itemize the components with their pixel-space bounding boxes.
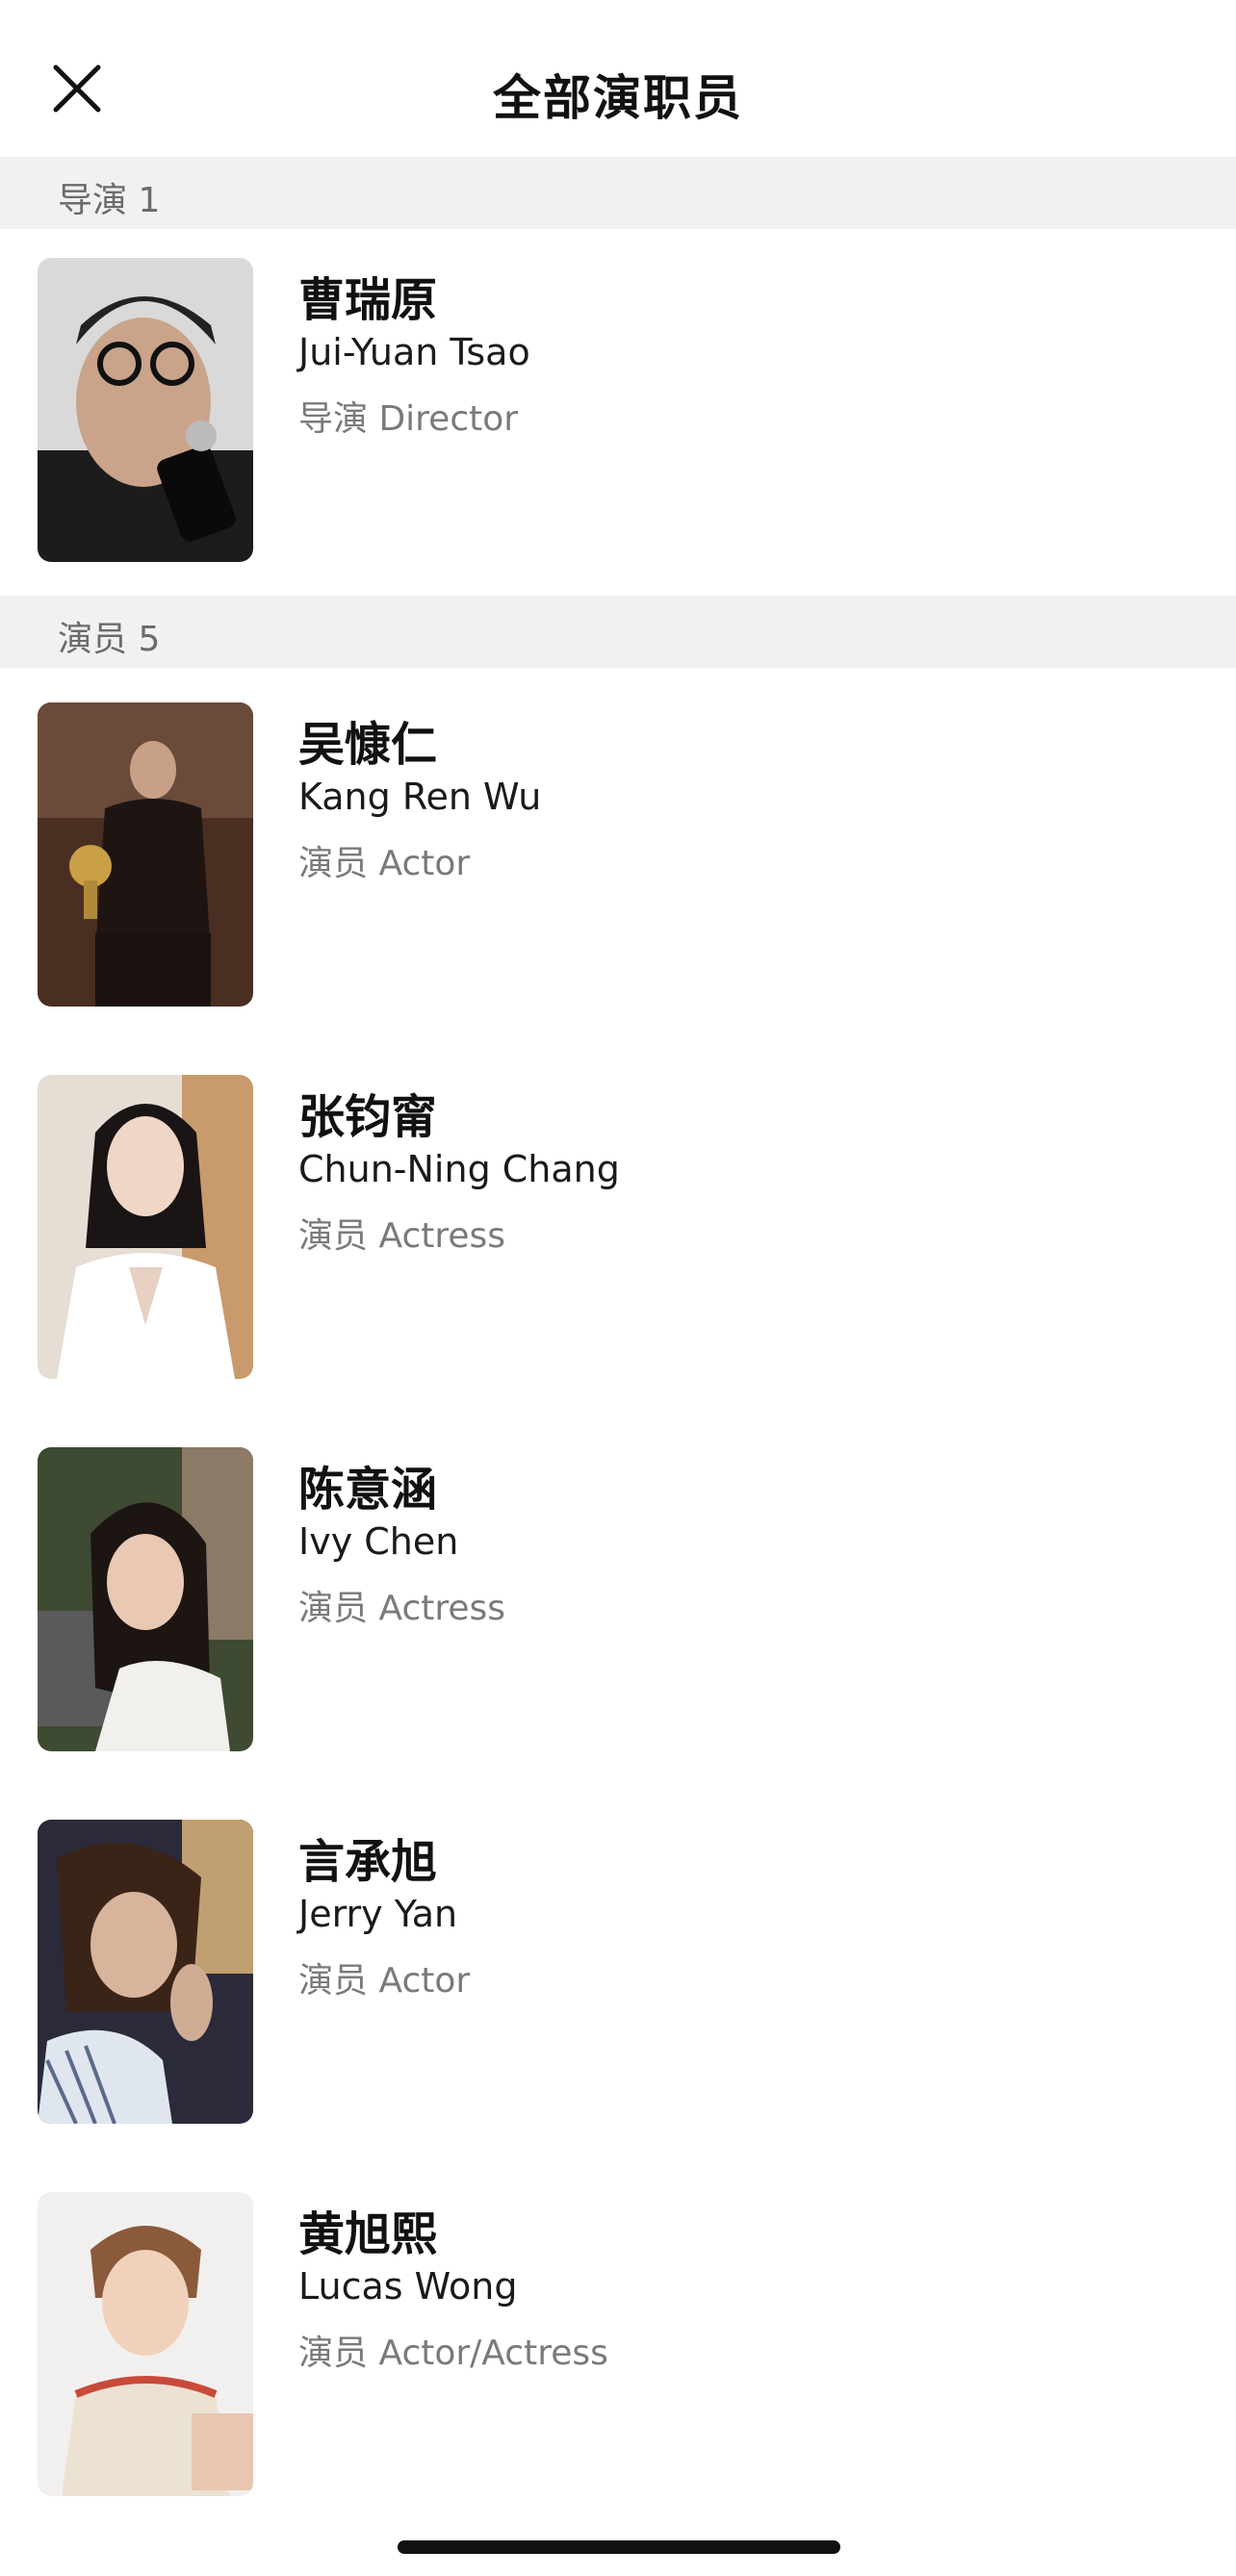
person-role: 演员 Actor/Actress — [298, 2334, 608, 2373]
avatar — [38, 702, 253, 1007]
section-label: 导演 1 — [58, 181, 161, 220]
person-name-cn: 黄旭熙 — [298, 2207, 438, 2261]
person-name-en: Jui-Yuan Tsao — [298, 331, 530, 373]
section-header-actors: 演员 5 — [0, 596, 1236, 668]
avatar — [38, 258, 253, 562]
cast-item-actor-1[interactable]: 吴慷仁 Kang Ren Wu 演员 Actor — [0, 702, 1236, 1010]
person-name-en: Ivy Chen — [298, 1520, 459, 1563]
person-name-en: Jerry Yan — [298, 1893, 458, 1935]
avatar — [38, 1820, 253, 2124]
person-role: 导演 Director — [298, 399, 519, 439]
nav-header: 全部演职员 — [0, 0, 1236, 157]
person-name-en: Kang Ren Wu — [298, 776, 542, 818]
avatar — [38, 1447, 253, 1751]
section-header-director: 导演 1 — [0, 157, 1236, 229]
person-name-en: Lucas Wong — [298, 2265, 518, 2308]
cast-item-actor-3[interactable]: 陈意涵 Ivy Chen 演员 Actress — [0, 1447, 1236, 1755]
cast-item-director[interactable]: 曹瑞原 Jui-Yuan Tsao 导演 Director — [0, 258, 1236, 566]
section-label: 演员 5 — [58, 620, 161, 659]
person-role: 演员 Actor — [298, 1961, 471, 2001]
person-name-cn: 曹瑞原 — [298, 273, 438, 327]
person-name-cn: 陈意涵 — [298, 1463, 438, 1517]
person-name-cn: 张钧甯 — [298, 1090, 438, 1144]
person-name-en: Chun-Ning Chang — [298, 1148, 620, 1190]
cast-item-actor-4[interactable]: 言承旭 Jerry Yan 演员 Actor — [0, 1820, 1236, 2128]
cast-item-actor-2[interactable]: 张钧甯 Chun-Ning Chang 演员 Actress — [0, 1075, 1236, 1383]
person-role: 演员 Actress — [298, 1589, 506, 1628]
person-role: 演员 Actor — [298, 844, 471, 883]
person-name-cn: 言承旭 — [298, 1835, 438, 1889]
person-role: 演员 Actress — [298, 1216, 506, 1256]
home-indicator[interactable] — [398, 2540, 840, 2554]
page-title: 全部演职员 — [493, 70, 743, 126]
avatar — [38, 2192, 253, 2496]
avatar — [38, 1075, 253, 1379]
cast-item-actor-5[interactable]: 黄旭熙 Lucas Wong 演员 Actor/Actress — [0, 2192, 1236, 2500]
person-name-cn: 吴慷仁 — [298, 718, 438, 772]
